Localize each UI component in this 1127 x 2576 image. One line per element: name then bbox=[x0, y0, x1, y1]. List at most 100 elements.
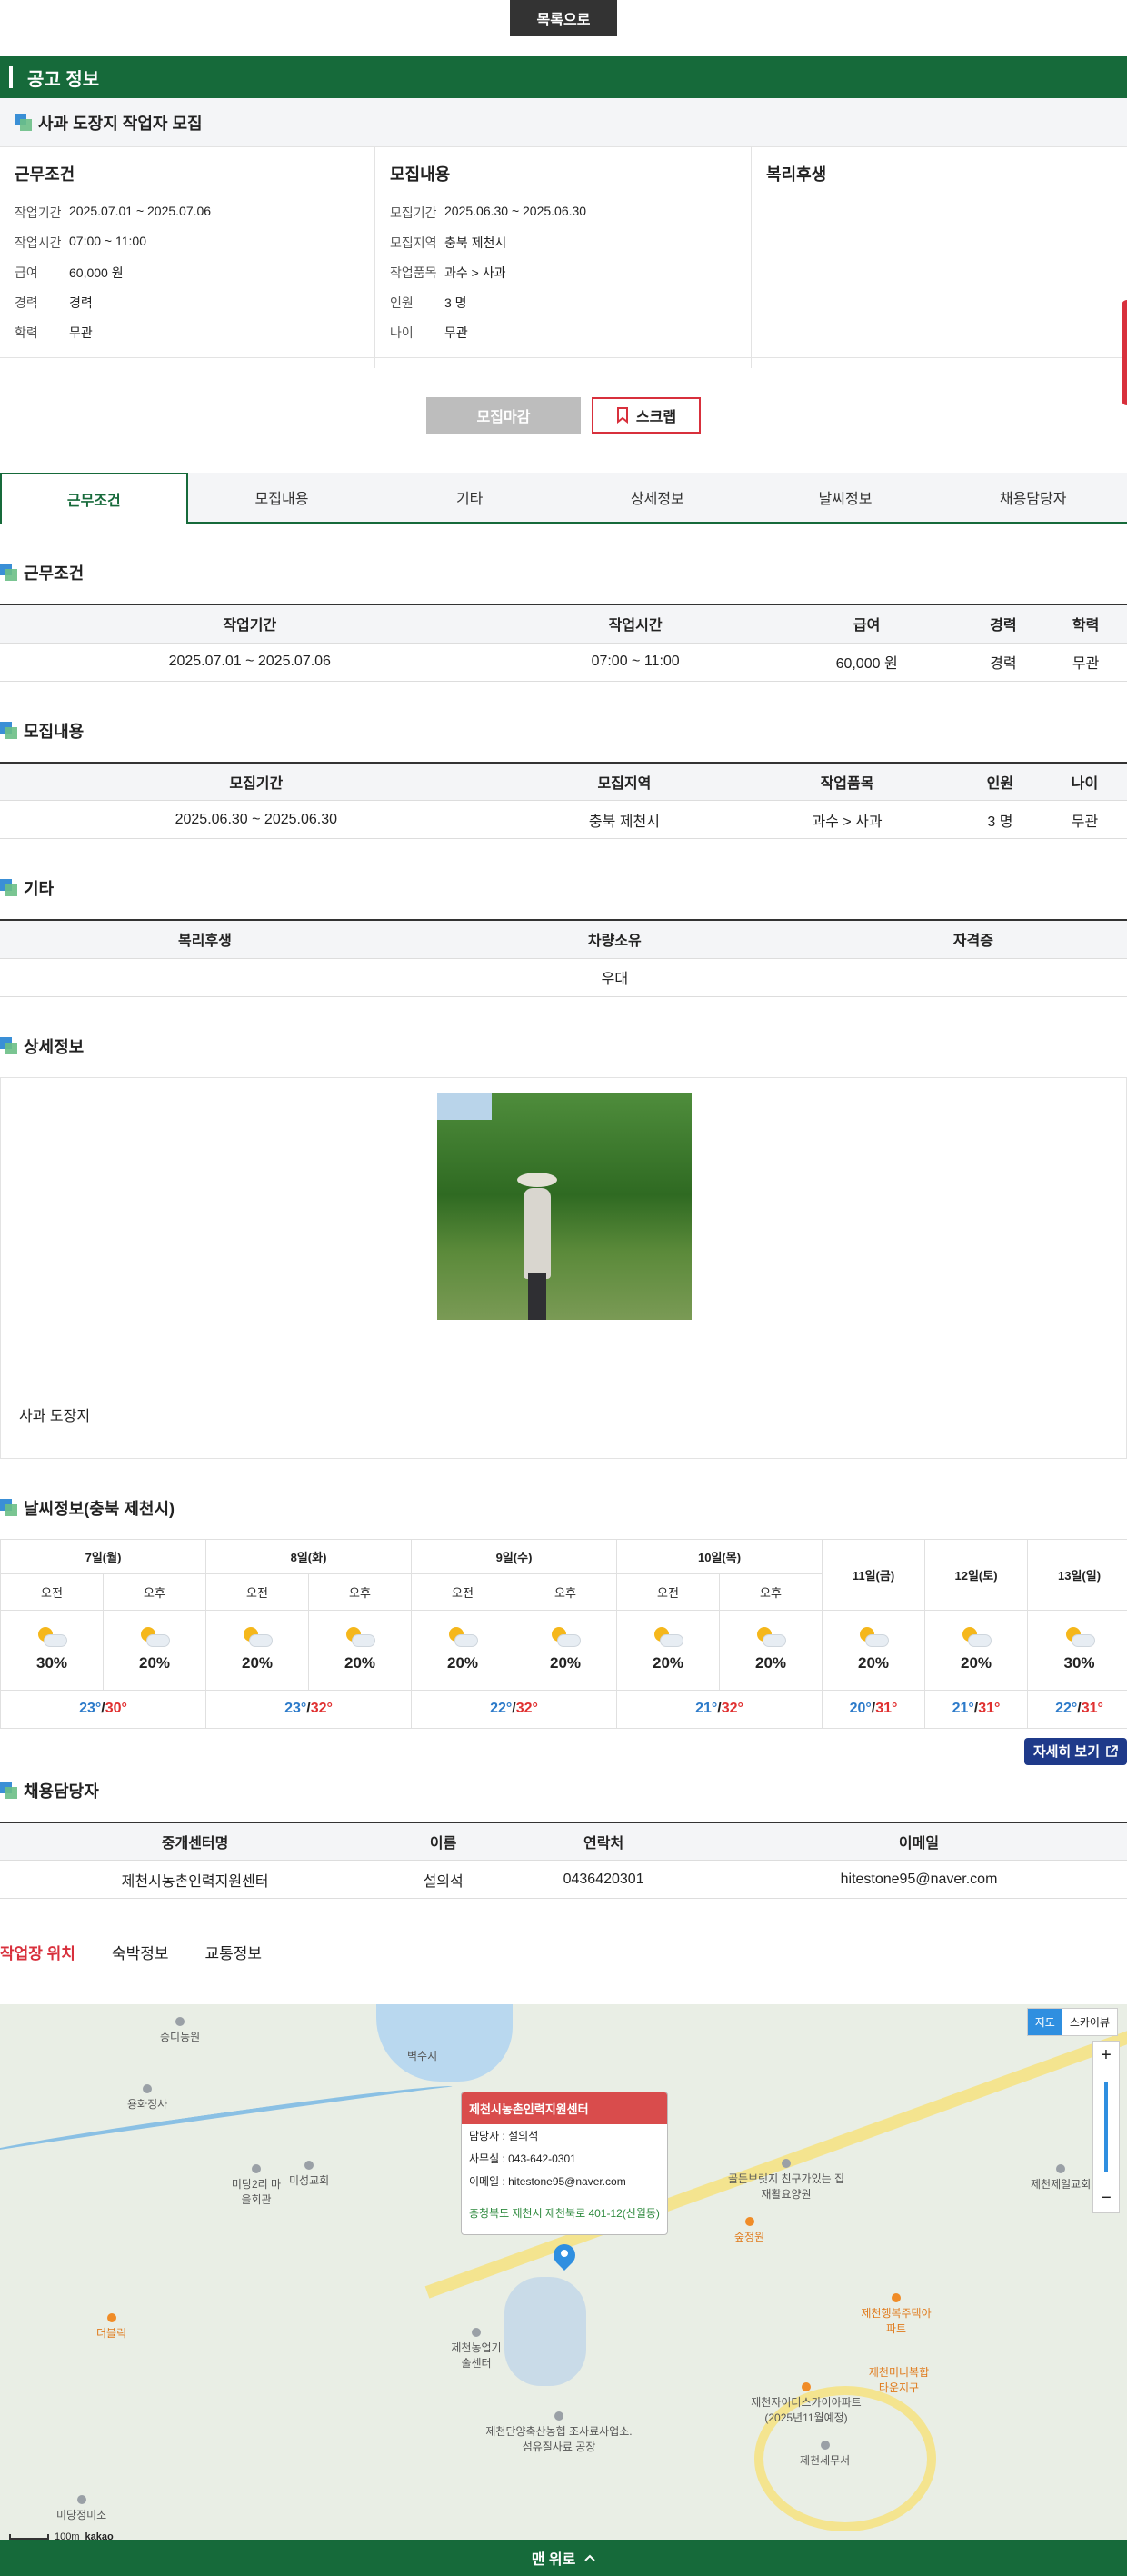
map-type-skyview[interactable]: 스카이뷰 bbox=[1062, 2009, 1117, 2035]
rain-chance: 20% bbox=[446, 1654, 479, 1672]
weather-cell: 30% bbox=[1027, 1609, 1127, 1691]
photo-person bbox=[524, 1187, 551, 1279]
zoom-in-button[interactable]: + bbox=[1101, 2045, 1112, 2066]
table-cell: 60,000 원 bbox=[771, 643, 962, 682]
table-row: 제천시농촌인력지원센터 설의석 0436420301 hitestone95@n… bbox=[0, 1860, 1127, 1899]
weather-more-button[interactable]: 자세히 보기 bbox=[1023, 1737, 1127, 1765]
map-type-switch: 지도 스카이뷰 bbox=[1026, 2008, 1118, 2036]
info-card-title: 제천시농촌인력지원센터 bbox=[462, 2092, 667, 2124]
weather-ampm: 오전 bbox=[616, 1573, 720, 1611]
weather-more-label: 자세히 보기 bbox=[1032, 1744, 1100, 1760]
info-card-manager: 담당자 : 설의석 bbox=[469, 2130, 539, 2142]
summary-recruit: 모집내용 모집기간 2025.06.30 ~ 2025.06.30 모집지역 충북 … bbox=[375, 147, 752, 368]
table-cell: 무관 bbox=[1042, 800, 1127, 839]
table-header: 차량소유 bbox=[409, 919, 820, 959]
weather-section-title: 날씨정보(충북 제천시) bbox=[0, 1495, 1127, 1521]
summary-key: 작업품목 bbox=[390, 265, 437, 280]
tab-recruit[interactable]: 모집내용 bbox=[188, 473, 376, 522]
table-header: 작업품목 bbox=[736, 761, 958, 801]
rain-chance: 20% bbox=[961, 1654, 992, 1672]
table-header: 인원 bbox=[957, 761, 1042, 801]
weather-cell: 20% bbox=[924, 1609, 1029, 1691]
tab-work[interactable]: 근무조건 bbox=[0, 473, 188, 524]
job-title-bar: 사과 도장지 작업자 모집 bbox=[0, 98, 1127, 147]
temp-high: 31° bbox=[875, 1701, 898, 1716]
rain-chance: 20% bbox=[652, 1654, 684, 1672]
rain-chance: 20% bbox=[754, 1654, 787, 1672]
location-tabs: 작업장 위치 숙박정보 교통정보 bbox=[0, 1941, 1127, 1966]
tab-lodging[interactable]: 숙박정보 bbox=[112, 1941, 169, 1966]
map[interactable]: 송디농원 용화정사 미당2리 마을회관 미성교회 더블릭 제천농업기술센터 제천… bbox=[0, 2004, 1127, 2550]
notice-header: 공고 정보 bbox=[0, 56, 1127, 98]
partly-cloudy-icon bbox=[858, 1627, 890, 1649]
scrap-label: 스크랩 bbox=[635, 410, 677, 425]
rain-chance: 20% bbox=[241, 1654, 274, 1672]
tab-transport[interactable]: 교통정보 bbox=[205, 1941, 263, 1966]
temp-high: 31° bbox=[1081, 1701, 1103, 1716]
table-cell: 3 명 bbox=[957, 800, 1042, 839]
temp-cell: 23°/32° bbox=[205, 1689, 412, 1729]
tab-etc[interactable]: 기타 bbox=[375, 473, 564, 522]
tab-weather[interactable]: 날씨정보 bbox=[752, 473, 940, 522]
map-place: 미성교회 bbox=[289, 2161, 329, 2188]
map-place: 더블릭 bbox=[96, 2313, 126, 2341]
temp-high: 30° bbox=[105, 1701, 127, 1716]
weather-ampm: 오후 bbox=[514, 1573, 617, 1611]
map-place: 제천단양축산농협 조사료사업소.섬유질사료 공장 bbox=[482, 2411, 636, 2454]
table-cell: 2025.06.30 ~ 2025.06.30 bbox=[0, 800, 513, 839]
list-button[interactable]: 목록으로 bbox=[510, 0, 617, 36]
scrap-button[interactable]: 스크랩 bbox=[592, 397, 701, 434]
temp-low: 21° bbox=[952, 1701, 974, 1716]
partly-cloudy-icon bbox=[242, 1627, 273, 1649]
table-cell: hitestone95@naver.com bbox=[711, 1860, 1127, 1899]
table-header: 급여 bbox=[771, 604, 962, 644]
map-river bbox=[0, 2080, 454, 2160]
summary-value: 경력 bbox=[69, 295, 93, 310]
partly-cloudy-icon bbox=[36, 1627, 67, 1649]
table-header: 복리후생 bbox=[0, 919, 410, 959]
temp-low: 22° bbox=[1055, 1701, 1078, 1716]
partly-cloudy-icon bbox=[961, 1627, 992, 1649]
temp-low: 23° bbox=[79, 1701, 102, 1716]
photo-hat bbox=[517, 1172, 557, 1187]
recruit-closed-button[interactable]: 모집마감 bbox=[426, 397, 581, 434]
side-quick-tab[interactable] bbox=[1122, 300, 1127, 405]
top-bar: 목록으로 bbox=[0, 0, 1127, 56]
table-cell: 우대 bbox=[409, 958, 820, 997]
temp-cell: 22°/32° bbox=[411, 1689, 617, 1729]
temp-high: 32° bbox=[310, 1701, 333, 1716]
summary-key: 인원 bbox=[390, 295, 414, 310]
photo-legs bbox=[528, 1272, 546, 1320]
weather-ampm: 오후 bbox=[103, 1573, 206, 1611]
summary-value: 2025.07.01 ~ 2025.07.06 bbox=[69, 204, 212, 218]
to-top-button[interactable]: 맨 위로 bbox=[0, 2540, 1127, 2576]
tab-detail[interactable]: 상세정보 bbox=[564, 473, 752, 522]
summary-key: 학력 bbox=[15, 325, 38, 340]
map-pin-icon[interactable] bbox=[549, 2240, 580, 2273]
summary-panel: 근무조건 작업기간 2025.07.01 ~ 2025.07.06 작업시간 07:… bbox=[0, 147, 1127, 368]
chevron-up-icon bbox=[584, 2554, 596, 2561]
map-type-map[interactable]: 지도 bbox=[1027, 2009, 1062, 2035]
table-header: 모집기간 bbox=[0, 761, 513, 801]
table-cell: 07:00 ~ 11:00 bbox=[499, 643, 772, 682]
weather-day: 11일(금) bbox=[822, 1538, 926, 1611]
detail-text: 사과 도장지 bbox=[19, 1408, 91, 1424]
table-header: 작업시간 bbox=[499, 604, 772, 644]
tab-location[interactable]: 작업장 위치 bbox=[0, 1941, 75, 1966]
zoom-slider[interactable] bbox=[1104, 2082, 1108, 2172]
zoom-out-button[interactable]: − bbox=[1101, 2188, 1112, 2209]
weather-cell: 20% bbox=[308, 1609, 412, 1691]
summary-row: 모집지역 충북 제천시 bbox=[390, 234, 736, 264]
table-cell: 설의석 bbox=[390, 1860, 497, 1899]
section-tabs: 근무조건 모집내용 기타 상세정보 날씨정보 채용담당자 bbox=[0, 473, 1127, 524]
map-place: 제천미니복합타운지구 bbox=[868, 2366, 930, 2394]
weather-ampm: 오전 bbox=[205, 1573, 309, 1611]
summary-value: 무관 bbox=[444, 325, 468, 340]
section-square-icon bbox=[0, 879, 18, 897]
temp-high: 31° bbox=[978, 1701, 1001, 1716]
section-square-icon bbox=[0, 564, 18, 582]
table-header: 모집지역 bbox=[512, 761, 737, 801]
notice-title: 공고 정보 bbox=[27, 69, 100, 90]
summary-key: 작업시간 bbox=[15, 235, 62, 250]
tab-manager[interactable]: 채용담당자 bbox=[939, 473, 1127, 522]
